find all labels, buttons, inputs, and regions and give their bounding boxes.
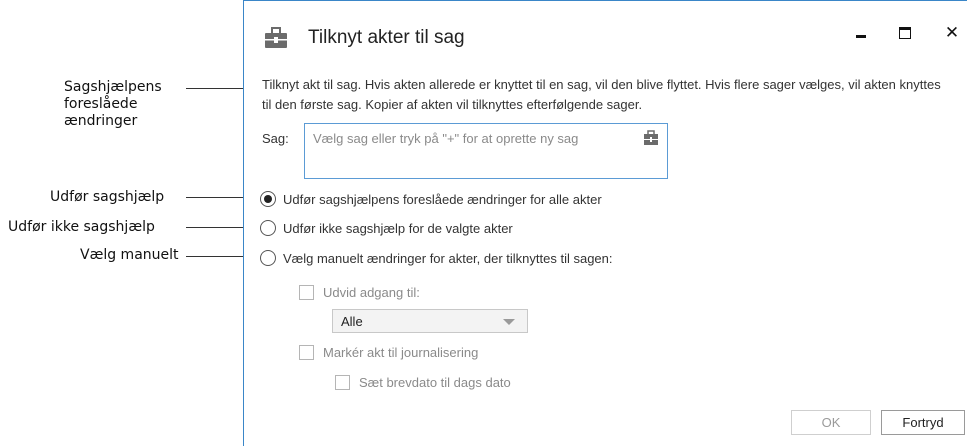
callout-apply-help: Udfør sagshjælp <box>50 189 165 205</box>
close-button[interactable]: ✕ <box>942 23 962 43</box>
access-select[interactable]: Alle <box>332 309 528 333</box>
dialog-titlebar: Tilknyt akter til sag ✕ <box>244 1 967 73</box>
expand-access-label: Udvid adgang til: <box>323 284 420 300</box>
dialog-description: Tilknyt akt til sag. Hvis akten allerede… <box>262 77 941 112</box>
mark-journal-checkbox[interactable] <box>299 344 314 360</box>
sag-placeholder: Vælg sag eller tryk på "+" for at oprett… <box>313 131 579 146</box>
close-icon: ✕ <box>944 23 960 42</box>
chevron-down-icon <box>503 319 515 325</box>
option-manual-label: Vælg manuelt ændringer for akter, der ti… <box>283 250 613 266</box>
mark-journal-option[interactable]: Markér akt til journalisering <box>299 342 478 362</box>
option-apply-none-label: Udfør ikke sagshjælp for de valgte akter <box>283 220 513 236</box>
radio-apply-all[interactable] <box>260 191 276 207</box>
expand-access-option[interactable]: Udvid adgang til: <box>299 282 420 302</box>
set-date-checkbox[interactable] <box>335 374 350 390</box>
maximize-button[interactable] <box>896 23 916 43</box>
option-apply-none[interactable]: Udfør ikke sagshjælp for de valgte akter <box>260 218 513 238</box>
option-manual[interactable]: Vælg manuelt ændringer for akter, der ti… <box>260 248 613 268</box>
callout-no-help: Udfør ikke sagshjælp <box>8 219 155 235</box>
expand-access-checkbox[interactable] <box>299 284 314 300</box>
minimize-button[interactable] <box>852 23 872 43</box>
sag-input[interactable]: Vælg sag eller tryk på "+" for at oprett… <box>304 123 668 179</box>
briefcase-icon <box>265 27 287 48</box>
ok-button[interactable]: OK <box>791 410 871 435</box>
sag-label: Sag: <box>262 131 289 146</box>
dialog-title: Tilknyt akter til sag <box>308 27 465 48</box>
case-picker-icon[interactable] <box>643 130 659 146</box>
set-date-label: Sæt brevdato til dags dato <box>359 374 511 390</box>
callout-manual: Vælg manuelt <box>80 247 179 263</box>
access-select-value: Alle <box>341 314 363 329</box>
mark-journal-label: Markér akt til journalisering <box>323 344 479 360</box>
option-apply-all-label: Udfør sagshjælpens foreslåede ændringer … <box>283 191 602 207</box>
callout-suggested-changes: Sagshjælpens foreslåede ændringer <box>64 79 162 129</box>
radio-apply-none[interactable] <box>260 220 276 236</box>
set-date-option[interactable]: Sæt brevdato til dags dato <box>335 372 511 392</box>
option-apply-all[interactable]: Udfør sagshjælpens foreslåede ændringer … <box>260 189 602 209</box>
cancel-button[interactable]: Fortryd <box>881 410 965 435</box>
radio-manual[interactable] <box>260 250 276 266</box>
attach-documents-dialog: Tilknyt akter til sag ✕ Tilknyt akt til … <box>243 0 967 446</box>
